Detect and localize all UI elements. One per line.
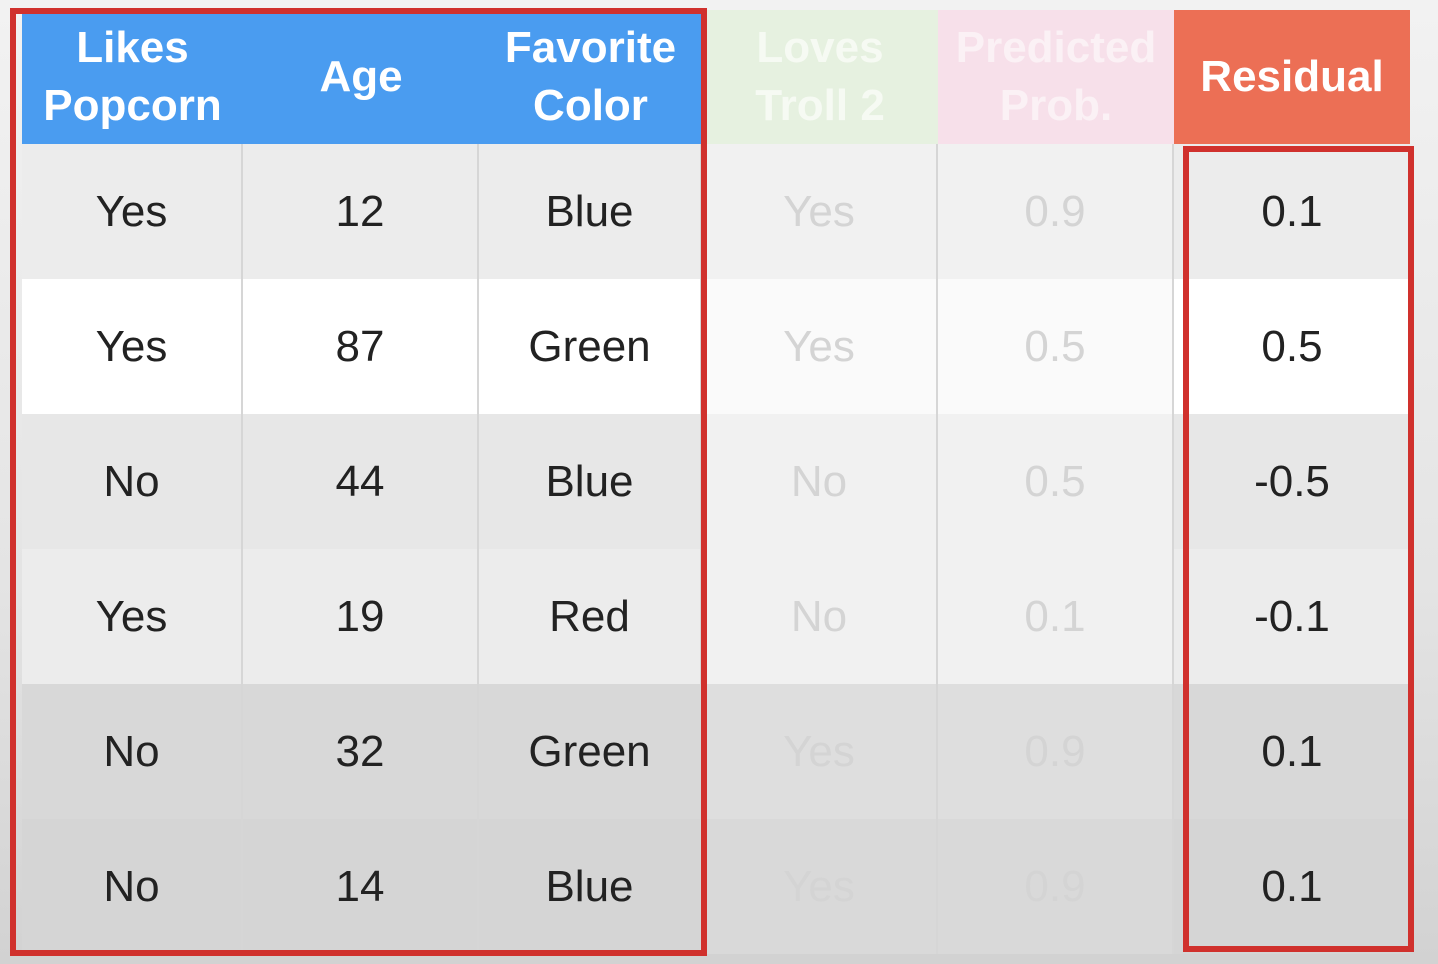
cell-residual: -0.1	[1174, 549, 1410, 684]
cell-predicted-prob: 0.9	[938, 684, 1174, 819]
cell-likes-popcorn: No	[22, 819, 243, 954]
cell-favorite-color: Blue	[479, 144, 702, 279]
cell-age: 12	[243, 144, 479, 279]
header-predicted-prob: Predicted Prob.	[938, 10, 1174, 144]
header-age: Age	[243, 10, 479, 144]
cell-age: 32	[243, 684, 479, 819]
cell-likes-popcorn: Yes	[22, 279, 243, 414]
cell-residual: 0.1	[1174, 144, 1410, 279]
cell-age: 87	[243, 279, 479, 414]
cell-favorite-color: Green	[479, 684, 702, 819]
cell-loves-troll-2: No	[702, 414, 938, 549]
cell-age: 44	[243, 414, 479, 549]
cell-favorite-color: Blue	[479, 414, 702, 549]
cell-predicted-prob: 0.9	[938, 819, 1174, 954]
cell-likes-popcorn: Yes	[22, 144, 243, 279]
cell-loves-troll-2: Yes	[702, 279, 938, 414]
cell-residual: -0.5	[1174, 414, 1410, 549]
cell-residual: 0.1	[1174, 819, 1410, 954]
cell-likes-popcorn: No	[22, 414, 243, 549]
cell-likes-popcorn: Yes	[22, 549, 243, 684]
cell-predicted-prob: 0.1	[938, 549, 1174, 684]
cell-age: 19	[243, 549, 479, 684]
cell-loves-troll-2: Yes	[702, 144, 938, 279]
header-residual: Residual	[1174, 10, 1410, 144]
cell-residual: 0.1	[1174, 684, 1410, 819]
cell-favorite-color: Red	[479, 549, 702, 684]
cell-residual: 0.5	[1174, 279, 1410, 414]
cell-loves-troll-2: No	[702, 549, 938, 684]
slide: Likes Popcorn Age Favorite Color Loves T…	[0, 0, 1438, 964]
cell-predicted-prob: 0.5	[938, 414, 1174, 549]
header-loves-troll-2: Loves Troll 2	[702, 10, 938, 144]
cell-predicted-prob: 0.9	[938, 144, 1174, 279]
cell-favorite-color: Blue	[479, 819, 702, 954]
cell-age: 14	[243, 819, 479, 954]
data-table: Likes Popcorn Age Favorite Color Loves T…	[22, 10, 1416, 954]
cell-loves-troll-2: Yes	[702, 819, 938, 954]
cell-favorite-color: Green	[479, 279, 702, 414]
cell-loves-troll-2: Yes	[702, 684, 938, 819]
cell-predicted-prob: 0.5	[938, 279, 1174, 414]
cell-likes-popcorn: No	[22, 684, 243, 819]
header-likes-popcorn: Likes Popcorn	[22, 10, 243, 144]
header-favorite-color: Favorite Color	[479, 10, 702, 144]
